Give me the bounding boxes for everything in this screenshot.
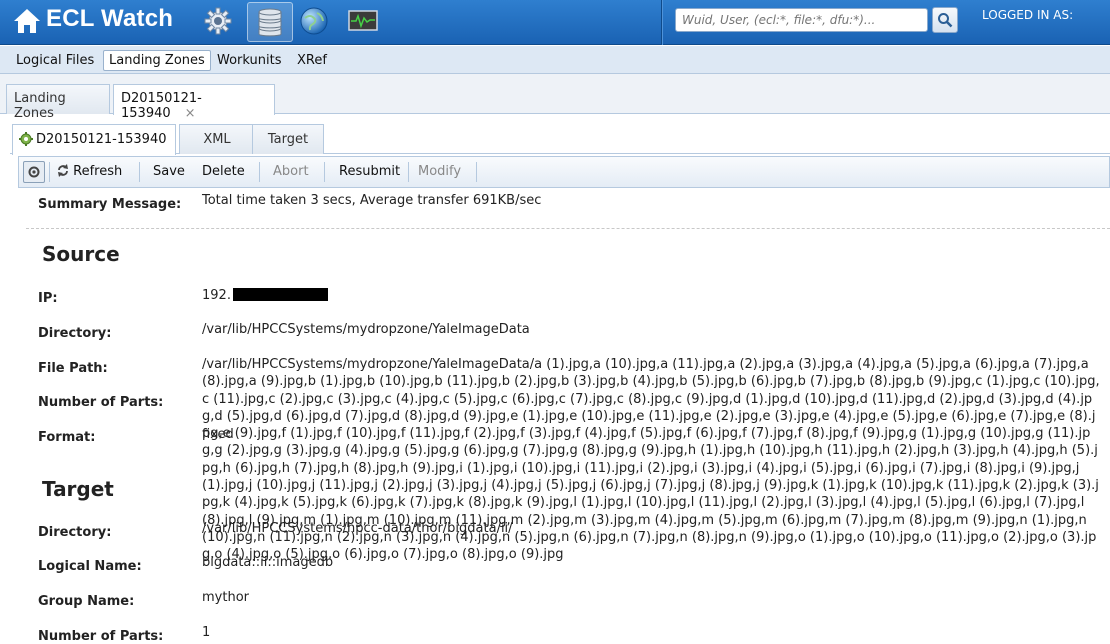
toolbar-separator xyxy=(259,162,260,182)
tab-label: Landing Zones xyxy=(14,91,66,121)
toolbar-separator xyxy=(49,162,50,182)
nav-logical-files[interactable]: Logical Files xyxy=(10,50,100,71)
logical-name-value: bigdata::ii::imagedb xyxy=(202,555,334,570)
toolbar-separator xyxy=(476,162,477,182)
toolbar-separator xyxy=(139,162,140,182)
logged-in-label: LOGGED IN AS: xyxy=(982,8,1074,22)
monitor-icon[interactable] xyxy=(346,4,380,38)
gear-icon xyxy=(19,132,33,150)
resubmit-button[interactable]: Resubmit xyxy=(339,164,400,179)
search-icon xyxy=(938,13,953,28)
source-heading: Source xyxy=(42,242,120,266)
tab-label: XML xyxy=(203,132,231,147)
nav-xref[interactable]: XRef xyxy=(291,50,333,71)
group-name-value: mythor xyxy=(202,590,249,605)
ip-text: 192. xyxy=(202,288,231,303)
summary-value: Total time taken 3 secs, Average transfe… xyxy=(202,193,542,208)
target-directory-value: /var/lib/HPCCSystems/hpcc-data/thor/bigd… xyxy=(202,521,513,536)
summary-label: Summary Message: xyxy=(38,197,182,212)
refresh-icon xyxy=(58,164,68,177)
app-title[interactable]: ECL Watch xyxy=(46,5,173,33)
target-number-of-parts-value: 1 xyxy=(202,625,211,640)
abort-button[interactable]: Abort xyxy=(273,164,309,179)
logical-name-label: Logical Name: xyxy=(38,559,142,574)
tab-label: D20150121-153940 xyxy=(36,132,167,147)
tab-d20150121-153940[interactable]: D20150121-153940 × xyxy=(113,84,275,121)
target-heading: Target xyxy=(42,477,114,501)
ip-value: 192. xyxy=(202,288,328,303)
modify-button[interactable]: Modify xyxy=(418,164,461,179)
database-icon[interactable] xyxy=(247,2,293,42)
delete-button[interactable]: Delete xyxy=(202,164,245,179)
nav-workunits[interactable]: Workunits xyxy=(211,50,287,71)
open-icon[interactable] xyxy=(23,161,45,183)
tab-summary[interactable]: D20150121-153940 xyxy=(12,124,176,155)
toolbar-separator xyxy=(408,162,409,182)
ip-label: IP: xyxy=(38,291,58,306)
format-label: Format: xyxy=(38,430,96,445)
tab-label: Target xyxy=(267,132,309,147)
toolbar: Refresh Save Delete Abort Resubmit Modif… xyxy=(18,156,1110,188)
tab-xml[interactable]: XML xyxy=(179,124,255,154)
home-icon[interactable] xyxy=(12,6,42,36)
nav-landing-zones[interactable]: Landing Zones xyxy=(103,50,211,71)
save-button[interactable]: Save xyxy=(153,164,185,179)
target-directory-label: Directory: xyxy=(38,525,112,540)
header-divider xyxy=(661,0,662,45)
search-button[interactable] xyxy=(932,7,958,33)
inner-tab-bar: D20150121-153940 XML Target xyxy=(10,120,1110,155)
details-panel: Summary Message: Total time taken 3 secs… xyxy=(18,189,1110,644)
tab-landing-zones[interactable]: Landing Zones xyxy=(6,84,110,121)
refresh-label: Refresh xyxy=(73,164,123,179)
outer-tab-bar: Landing Zones D20150121-153940 × xyxy=(0,74,1110,121)
tab-target[interactable]: Target xyxy=(252,124,324,154)
directory-label: Directory: xyxy=(38,326,112,341)
target-number-of-parts-label: Number of Parts: xyxy=(38,629,164,644)
redacted-block xyxy=(232,288,328,301)
toolbar-separator xyxy=(324,162,325,182)
search-input[interactable] xyxy=(675,8,928,32)
main-nav: Logical Files Landing Zones Workunits XR… xyxy=(0,46,1110,74)
number-of-parts-label: Number of Parts: xyxy=(38,395,164,410)
directory-value: /var/lib/HPCCSystems/mydropzone/YaleImag… xyxy=(202,322,530,337)
file-path-label: File Path: xyxy=(38,361,108,376)
globe-icon[interactable] xyxy=(297,4,331,38)
group-name-label: Group Name: xyxy=(38,594,135,609)
refresh-button[interactable]: Refresh xyxy=(57,164,122,179)
gear-icon[interactable] xyxy=(201,4,235,38)
app-header: ECL Watch Wuid, User, (ecl:*, file:*, df… xyxy=(0,0,1110,45)
close-icon[interactable]: × xyxy=(185,106,196,121)
section-divider xyxy=(26,228,1110,229)
